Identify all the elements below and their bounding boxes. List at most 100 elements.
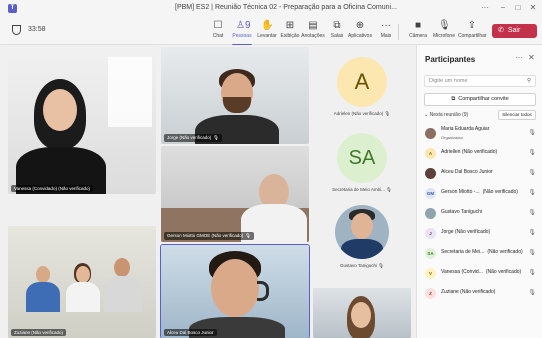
participant-name: Gustavo Taniguchi [441, 209, 483, 215]
chat-icon: ☐ [213, 20, 223, 31]
participant-row[interactable]: Alceu Dal Bosco Junior 🎙 [423, 165, 539, 183]
participant-label: Vanessa (Convidado) (Não verificado) [11, 185, 93, 192]
avatar [425, 128, 436, 139]
meeting-toolbar: 33:58 ☐ Chat ♙9 Pessoas ✋ Levantar ⊞ Exibição ▤ A… [0, 17, 542, 46]
avatar: Z [425, 288, 436, 299]
close-window-button[interactable]: ✕ [526, 2, 540, 14]
mic-off-icon: 🎙 [245, 233, 251, 238]
maximize-button[interactable]: □ [511, 2, 525, 14]
participant-row[interactable]: V Vanessa (Convid... (Não verificado) 🎙 [423, 265, 539, 283]
participant-name: Maria Eduarda Aguiar [441, 126, 490, 132]
participant-name: Secretaria de Mei... (Não verificado) [441, 249, 523, 255]
video-tile-gerson[interactable]: Gerson Miotto GMOE (Não verificado) 🎙 [161, 146, 309, 242]
participant-role: (Não verificado) [487, 249, 523, 255]
mic-off-icon: 🎙 [528, 290, 536, 296]
toolbar-label: Aplicativos [348, 33, 372, 39]
mic-off-icon: 🎙 [528, 230, 536, 236]
raise-hand-icon: ✋ [261, 20, 274, 31]
participant-name: Vanessa (Convid... (Não verificado) [441, 269, 522, 275]
avatar: SA [337, 133, 387, 183]
avatar: A [337, 57, 387, 107]
avatar-tile-secretaria[interactable]: SA Secretaria de Meio Ambi... 🎙 [313, 133, 411, 203]
shield-icon [12, 25, 21, 35]
avatar: GM [425, 188, 436, 199]
teams-app-icon: T [8, 4, 17, 13]
panel-more-button[interactable]: ··· [515, 53, 523, 62]
participant-role: (Não verificado) [482, 189, 518, 195]
participant-name: Adriellen (Não verificado) [441, 149, 498, 155]
avatar [425, 208, 436, 219]
video-tile-vanessa[interactable]: Vanessa (Convidado) (Não verificado) [8, 47, 156, 194]
participant-label: Alceu Dal Bosco Junior [164, 329, 217, 336]
video-tile-jorge[interactable]: Jorge (Não verificado) 🎙 [161, 47, 309, 144]
mic-off-icon: 🎙 [528, 270, 536, 276]
toolbar-aplicativos-button[interactable]: ⊕ Aplicativos [346, 20, 374, 44]
panel-close-button[interactable]: ✕ [528, 53, 535, 62]
avatar-tile-adrielen[interactable]: A Adrielen (Não verificado) 🎙 [313, 57, 411, 139]
window-title: [PBM] ES2 | Reunião Técnica 02 - Prepara… [175, 4, 397, 11]
mic-off-icon: 🎙 [213, 135, 219, 140]
grid-icon: ⊞ [285, 20, 295, 31]
participant-row[interactable]: A Adriellen (Não verificado) 🎙 [423, 145, 539, 163]
toolbar-camera-button[interactable]: ■ Câmera [404, 20, 432, 44]
mic-off-icon: 🎙 [528, 150, 536, 156]
search-placeholder: Digite um nome [429, 78, 468, 84]
share-icon: ⇪ [467, 20, 477, 31]
mic-off-icon: 🎙 [528, 210, 536, 216]
mic-off-icon: 🎙 [378, 263, 384, 268]
video-stage: Vanessa (Convidado) (Não verificado) Jor… [0, 45, 416, 338]
toolbar-microfone-button[interactable]: 🎙 Microfone [430, 20, 458, 44]
participant-row[interactable]: J Jorge (Não verificado) 🎙 [423, 225, 539, 243]
participants-panel: Participantes ··· ✕ Digite um nome ⚲ ⧉ Co… [416, 45, 542, 338]
toolbar-label: Câmera [409, 33, 427, 39]
share-invite-button[interactable]: ⧉ Compartilhar convite [424, 93, 536, 106]
mic-off-icon: 🎙 [528, 250, 536, 256]
toolbar-label: Mais [380, 33, 392, 39]
participant-row[interactable]: Z Zuziane (Não verificado) 🎙 [423, 285, 539, 303]
toolbar-divider [398, 24, 399, 40]
avatar-tile-gustavo[interactable]: Gustavo Taniguchi 🎙 [313, 205, 411, 279]
meeting-timer: 33:58 [28, 26, 46, 33]
participant-label: Gerson Miotto GMOE (Não verificado) 🎙 [164, 232, 254, 240]
minimize-button[interactable]: − [496, 2, 510, 14]
toolbar-pessoas-button[interactable]: ♙9 Pessoas [228, 20, 256, 46]
share-invite-icon: ⧉ [451, 96, 456, 102]
toolbar-label: Microfone [433, 33, 455, 39]
toolbar-label: Pessoas [232, 33, 252, 39]
mic-off-icon: 🎙 [528, 190, 536, 196]
mute-all-button[interactable]: Silenciar todos [498, 110, 536, 120]
video-tile-alceu[interactable]: Alceu Dal Bosco Junior [160, 244, 310, 338]
participant-role: (Não verificado) [485, 269, 522, 275]
mic-off-icon: 🎙 [384, 111, 391, 116]
leave-button[interactable]: ✆ Sair [492, 24, 537, 38]
participant-row[interactable]: Gustavo Taniguchi 🎙 [423, 205, 539, 223]
mic-off-icon: 🎙 [528, 170, 536, 176]
participant-row[interactable]: SA Secretaria de Mei... (Não verificado) 🎙 [423, 245, 539, 263]
section-toggle[interactable]: ⌄ Nesta reunião (9) [424, 112, 468, 118]
toolbar-mais-button[interactable]: ··· Mais [372, 20, 400, 44]
participant-row[interactable]: GM Gerson Miotto -... (Não verificado) 🎙 [423, 185, 539, 203]
participant-row[interactable]: Maria Eduarda Aguiar Organizador 🎙 [423, 125, 539, 143]
camera-icon: ■ [414, 20, 422, 31]
search-input[interactable]: Digite um nome ⚲ [424, 75, 536, 87]
participant-label: Secretaria de Meio Ambi... 🎙 [332, 187, 392, 192]
avatar: SA [425, 248, 436, 259]
toolbar-compartilhar-button[interactable]: ⇪ Compartilhar [458, 20, 487, 44]
avatar [425, 168, 436, 179]
mic-off-icon: 🎙 [528, 130, 536, 136]
video-tile-small[interactable] [313, 288, 411, 338]
window-more-button[interactable]: ··· [478, 2, 492, 14]
chevron-down-icon: ⌄ [424, 112, 429, 118]
phone-icon: ✆ [498, 27, 504, 34]
video-tile-zuziane[interactable]: Zuziane (Não verificado) [8, 226, 156, 338]
apps-icon: ⊕ [355, 20, 365, 31]
panel-title: Participantes [425, 55, 476, 64]
participant-label: Gustavo Taniguchi 🎙 [340, 263, 384, 268]
avatar: V [425, 268, 436, 279]
search-icon: ⚲ [526, 78, 531, 84]
participant-role: Organizador [441, 135, 464, 140]
avatar: A [425, 148, 436, 159]
participant-label: Zuziane (Não verificado) [11, 329, 67, 336]
participant-name: Jorge (Não verificado) [441, 229, 491, 235]
avatar: J [425, 228, 436, 239]
